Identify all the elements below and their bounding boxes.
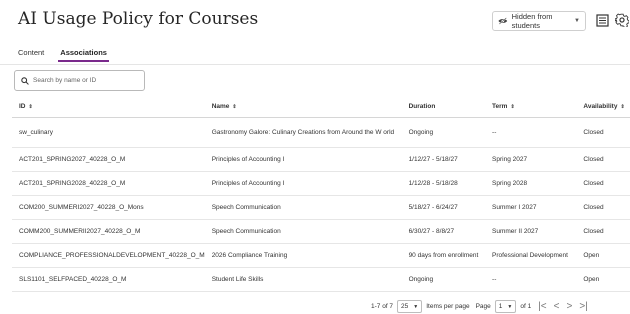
table-row[interactable]: COM200_SUMMERI2027_40228_O_Mons Speech C… <box>12 195 630 220</box>
cell-id: COM200_SUMMERI2027_40228_O_Mons <box>12 195 205 220</box>
chevron-down-icon: ▼ <box>574 18 580 24</box>
cell-term: Summer II 2027 <box>485 219 577 244</box>
search-box[interactable] <box>14 70 145 91</box>
sort-icon: ⇕ <box>232 104 237 111</box>
report-icon <box>595 13 609 27</box>
cell-availability: Closed <box>576 219 630 244</box>
table-row[interactable]: COMPLIANCE_PROFESSIONALDEVELOPMENT_40228… <box>12 243 630 268</box>
column-header-duration: Duration <box>401 97 486 118</box>
cell-duration: 1/12/27 - 5/18/27 <box>401 147 486 172</box>
search-input[interactable] <box>33 77 143 84</box>
cell-id: ACT201_SPRING2027_40228_O_M <box>12 147 205 172</box>
table-header-row: ID ⇕ Name ⇕ Duration Term ⇕ Availability ⇕ <box>12 97 630 118</box>
cell-name: Speech Communication <box>204 219 402 244</box>
cell-id: COMM200_SUMMERII2027_40228_O_M <box>12 219 205 244</box>
cell-duration: 6/30/27 - 8/8/27 <box>401 219 486 244</box>
last-page-icon[interactable]: >| <box>579 301 587 312</box>
search-icon <box>21 76 29 85</box>
cell-name: 2026 Compliance Training <box>204 243 402 268</box>
cell-id: SLS1101_SELFPACED_40228_O_M <box>12 267 205 292</box>
sort-icon: ⇕ <box>620 104 625 111</box>
cell-availability: Open <box>576 243 630 268</box>
pagination-bar: 1-7 of 7 25 ▼ Items per page Page 1 ▼ of… <box>371 300 588 313</box>
items-per-page-label: Items per page <box>426 303 470 310</box>
previous-page-icon[interactable]: < <box>554 301 560 312</box>
cell-name: Speech Communication <box>204 195 402 220</box>
page-title: AI Usage Policy for Courses <box>18 9 259 29</box>
cell-id: ACT201_SPRING2028_40228_O_M <box>12 171 205 196</box>
cell-term: Professional Development <box>485 243 577 268</box>
page-value: 1 <box>498 303 503 310</box>
items-per-page-value: 25 <box>401 303 409 310</box>
cell-term: -- <box>485 117 577 148</box>
pagination-range: 1-7 of 7 <box>371 303 394 310</box>
page-select[interactable]: 1 ▼ <box>494 300 517 313</box>
cell-term: -- <box>485 267 577 292</box>
items-per-page-select[interactable]: 25 ▼ <box>397 300 423 313</box>
next-page-icon[interactable]: > <box>566 301 572 312</box>
eye-slash-icon <box>498 17 508 25</box>
associations-table: ID ⇕ Name ⇕ Duration Term ⇕ Availability ⇕ s… <box>12 97 630 292</box>
cell-term: Summer I 2027 <box>485 195 577 220</box>
sort-icon: ⇕ <box>510 104 515 111</box>
cell-term: Spring 2028 <box>485 171 577 196</box>
cell-availability: Closed <box>576 117 630 148</box>
tab-bar: Content Associations <box>18 46 109 66</box>
first-page-icon[interactable]: |< <box>538 301 546 312</box>
cell-availability: Closed <box>576 147 630 172</box>
column-header-name[interactable]: Name ⇕ <box>204 97 402 118</box>
cell-name: Gastronomy Galore: Culinary Creations fr… <box>204 117 402 148</box>
cell-duration: Ongoing <box>401 117 486 148</box>
table-row[interactable]: ACT201_SPRING2027_40228_O_M Principles o… <box>12 147 630 172</box>
table-row[interactable]: COMM200_SUMMERII2027_40228_O_M Speech Co… <box>12 219 630 244</box>
page-of-label: of 1 <box>520 303 532 310</box>
cell-id: sw_culinary <box>12 117 205 148</box>
page-label: Page <box>475 303 491 310</box>
cell-duration: Ongoing <box>401 267 486 292</box>
cell-duration: 5/18/27 - 6/24/27 <box>401 195 486 220</box>
chevron-down-icon: ▼ <box>507 303 513 310</box>
column-header-term[interactable]: Term ⇕ <box>485 97 577 118</box>
table-row[interactable]: ACT201_SPRING2028_40228_O_M Principles o… <box>12 171 630 196</box>
tab-divider <box>0 64 630 65</box>
visibility-label: Hidden from students <box>511 12 553 30</box>
cell-availability: Closed <box>576 195 630 220</box>
gear-icon <box>615 13 629 27</box>
cell-duration: 1/12/28 - 5/18/28 <box>401 171 486 196</box>
cell-availability: Closed <box>576 171 630 196</box>
table-row[interactable]: SLS1101_SELFPACED_40228_O_M Student Life… <box>12 267 630 292</box>
report-button[interactable] <box>594 12 610 28</box>
cell-name: Principles of Accounting I <box>204 147 402 172</box>
cell-availability: Open <box>576 267 630 292</box>
visibility-dropdown[interactable]: Hidden from students ▼ <box>492 11 586 31</box>
settings-button[interactable] <box>614 12 630 28</box>
column-header-availability[interactable]: Availability ⇕ <box>576 97 630 118</box>
cell-id: COMPLIANCE_PROFESSIONALDEVELOPMENT_40228… <box>12 243 205 268</box>
chevron-down-icon: ▼ <box>413 303 419 310</box>
cell-term: Spring 2027 <box>485 147 577 172</box>
cell-name: Principles of Accounting I <box>204 171 402 196</box>
column-header-id[interactable]: ID ⇕ <box>12 97 205 118</box>
tab-content[interactable]: Content <box>18 46 44 66</box>
cell-name: Student Life Skills <box>204 267 402 292</box>
sort-icon: ⇕ <box>28 104 33 111</box>
cell-duration: 90 days from enrollment <box>401 243 486 268</box>
table-row[interactable]: sw_culinary Gastronomy Galore: Culinary … <box>12 117 630 148</box>
tab-associations[interactable]: Associations <box>58 46 109 66</box>
